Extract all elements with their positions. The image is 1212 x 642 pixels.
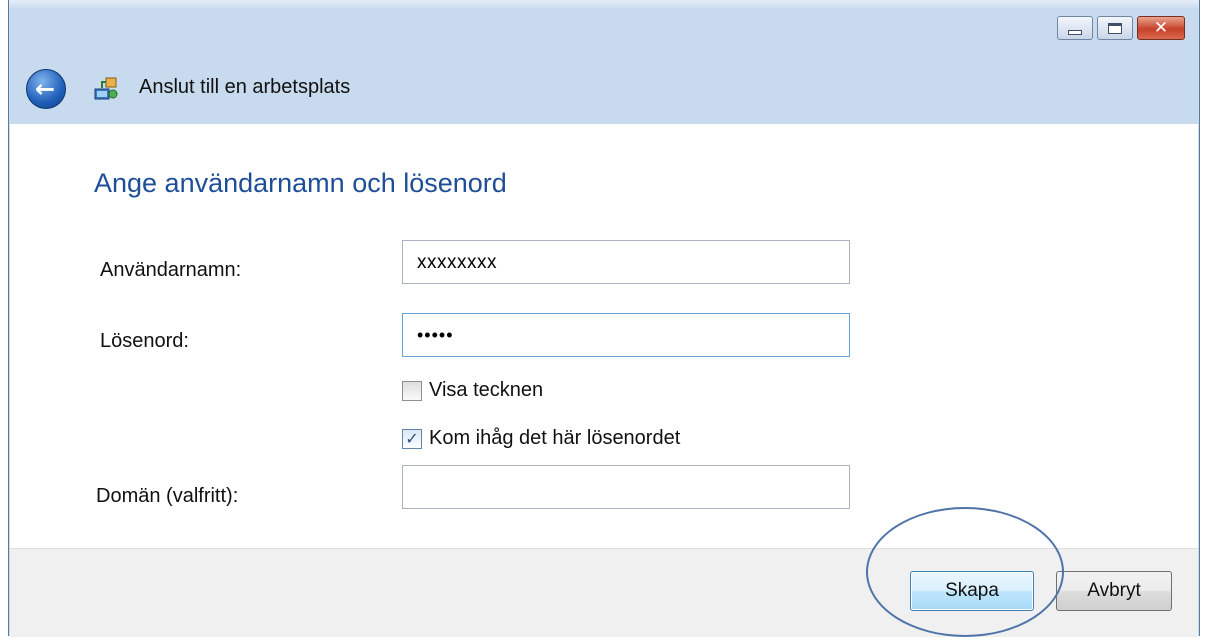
create-button[interactable]: Skapa [910,571,1034,611]
password-label: Lösenord: [100,330,189,352]
cancel-button[interactable]: Avbryt [1056,571,1172,611]
remember-password-row[interactable]: ✓ Kom ihåg det här lösenordet [402,427,680,450]
domain-label: Domän (valfritt): [96,485,239,507]
minimize-icon [1068,29,1082,35]
maximize-icon [1108,22,1122,34]
username-field[interactable]: xxxxxxxx [402,240,850,284]
minimize-button[interactable] [1057,16,1093,40]
remember-password-label[interactable]: Kom ihåg det här lösenordet [429,427,680,450]
close-icon: ✕ [1153,17,1169,38]
checkmark-icon: ✓ [405,428,419,448]
show-characters-checkbox[interactable] [402,380,422,401]
domain-field[interactable] [402,465,850,509]
close-button[interactable]: ✕ [1137,16,1185,40]
show-characters-row[interactable]: Visa tecknen [402,379,543,402]
page-heading: Ange användarnamn och lösenord [94,168,507,198]
back-arrow-icon: ← [34,75,56,103]
maximize-button[interactable] [1097,16,1133,40]
window-title: Anslut till en arbetsplats [139,76,351,98]
back-button[interactable]: ← [26,69,66,109]
wizard-window: ✕ ← Anslut till en arbetsplats Ange anvä… [8,0,1200,637]
dialog-footer: Skapa Avbryt [10,548,1198,637]
password-field[interactable]: ••••• [402,313,850,357]
show-characters-label[interactable]: Visa tecknen [429,379,543,402]
password-value: ••••• [417,325,454,345]
username-label: Användarnamn: [100,259,242,281]
content-area: Ange användarnamn och lösenord Användarn… [10,124,1198,548]
caption-controls: ✕ [1053,16,1185,40]
remember-password-checkbox[interactable]: ✓ [402,428,422,449]
network-connection-icon [94,77,118,100]
